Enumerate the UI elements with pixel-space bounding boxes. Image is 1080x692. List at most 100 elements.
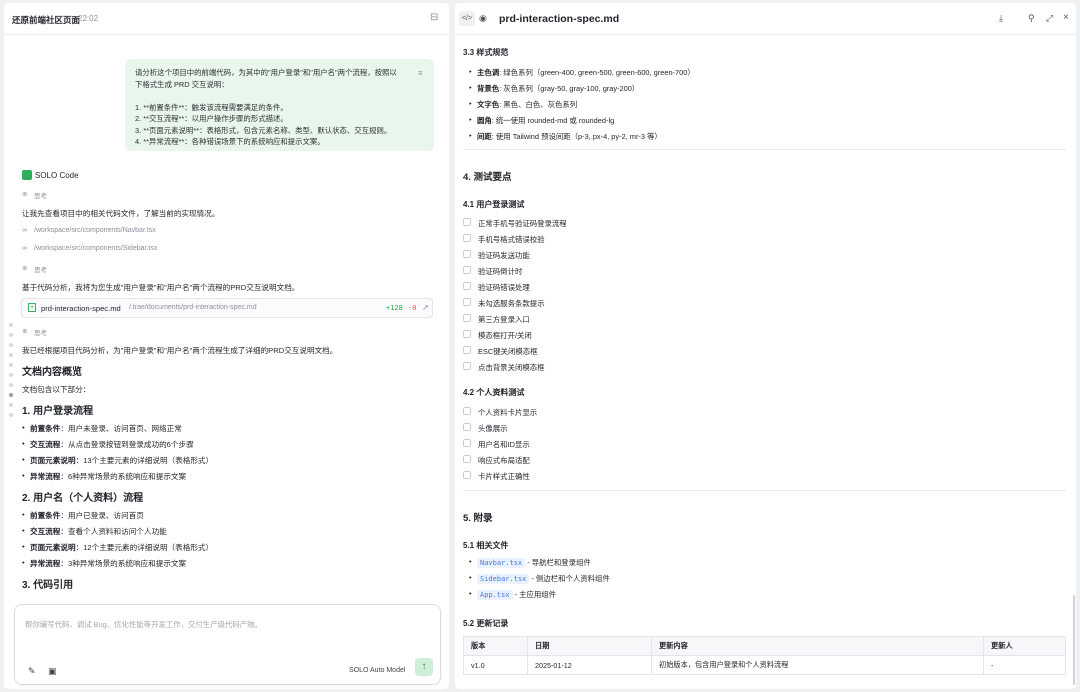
section-heading: 3. 代码引用 — [22, 580, 74, 591]
model-selector[interactable]: SOLO Auto Model — [349, 667, 405, 674]
user-message-bubble: 请分析这个项目中的前端代码，为其中的"用户登录"和"用户名"两个流程，按照以 下… — [125, 59, 434, 151]
list-item: App.tsx - 主应用组件 — [469, 589, 556, 600]
close-icon[interactable]: × — [1063, 12, 1069, 23]
timeline-dot[interactable] — [9, 383, 13, 387]
section-heading: 5.2 更新记录 — [463, 619, 509, 628]
checkbox[interactable] — [463, 407, 471, 415]
checkbox[interactable] — [463, 471, 471, 479]
code-view-icon[interactable]: </> — [459, 11, 475, 26]
checkbox[interactable] — [463, 298, 471, 306]
section-heading: 5. 附录 — [463, 513, 493, 524]
divider — [463, 490, 1066, 491]
checkbox[interactable] — [463, 234, 471, 242]
table-header: 版本 — [463, 636, 528, 656]
edit-icon[interactable]: ✎ — [28, 666, 36, 677]
file-code-link[interactable]: App.tsx — [477, 590, 513, 600]
agent-text: 让我先查看项目中的相关代码文件，了解当前的实现情况。 — [22, 209, 220, 218]
checkbox[interactable] — [463, 250, 471, 258]
checkbox[interactable] — [463, 218, 471, 226]
section-heading: 1. 用户登录流程 — [22, 406, 94, 417]
checkbox[interactable] — [463, 455, 471, 463]
checkbox[interactable] — [463, 266, 471, 274]
checklist-item: 卡片样式正确性 — [478, 472, 530, 481]
checkbox[interactable] — [463, 423, 471, 431]
list-item: 页面元素说明：12个主要元素的详细说明（表格形式） — [22, 542, 213, 553]
overview-heading: 文档内容概览 — [22, 367, 82, 378]
section-heading: 5.1 相关文件 — [463, 541, 509, 550]
overview-subtext: 文档包含以下部分： — [22, 385, 91, 394]
download-icon[interactable]: ⤓ — [999, 13, 1003, 24]
user-message-line: 4. **异常流程**：各种错误场景下的系统响应和提示文案。 — [135, 137, 325, 146]
chip-file-path: /.trae/documents/prd-interaction-spec.md — [129, 304, 257, 311]
checkbox[interactable] — [463, 362, 471, 370]
table-row: v1.0 2025-01-12 初始版本，包含用户登录和个人资料流程 - — [463, 655, 1066, 675]
file-reference[interactable]: /workspace/src/components/Sidebar.tsx — [34, 245, 157, 252]
checkbox[interactable] — [463, 439, 471, 447]
table-header: 更新人 — [983, 636, 1066, 656]
image-icon[interactable]: ▣ — [48, 666, 57, 677]
checklist-item: 未勾选服务条款提示 — [478, 299, 545, 308]
expand-icon[interactable]: ⤢ — [1046, 13, 1053, 24]
list-item: 异常流程：6种异常场景的系统响应和提示文案 — [22, 471, 186, 482]
file-code-link[interactable]: Navbar.tsx — [477, 558, 526, 568]
timeline-dot[interactable] — [9, 373, 13, 377]
layout-toggle-icon[interactable]: ⊟ — [430, 12, 438, 23]
checklist-item: 响应式布局适配 — [478, 456, 530, 465]
checklist-item: 正常手机号验证码登录流程 — [478, 219, 567, 228]
section-heading: 4. 测试要点 — [463, 172, 512, 183]
chat-input-placeholder[interactable]: 帮你编写代码、调试 Bug、优化性能等开发工作，交付生产级代码产物。 — [25, 619, 262, 630]
timeline-dot[interactable] — [9, 323, 13, 327]
checklist-item: 手机号格式错误校验 — [478, 235, 545, 244]
file-reference[interactable]: /workspace/src/components/Navbar.tsx — [34, 227, 156, 234]
checkbox[interactable] — [463, 314, 471, 322]
timeline-dot[interactable] — [9, 333, 13, 337]
list-item: 页面元素说明：13个主要元素的详细说明（表格形式） — [22, 455, 213, 466]
section-heading: 2. 用户名（个人资料）流程 — [22, 493, 144, 504]
view-file-icon: ∞ — [22, 227, 27, 234]
table-cell: 初始版本，包含用户登录和个人资料流程 — [651, 655, 984, 675]
user-message-line: 3. **页面元素说明**：表格形式，包含元素名称、类型、默认状态、交互规则。 — [135, 125, 392, 135]
chip-removed-count: -0 — [408, 304, 417, 312]
think-label[interactable]: 思考 — [34, 327, 47, 337]
user-message-line: 1. **前置条件**：触发该流程需要满足的条件。 — [135, 102, 288, 112]
checklist-item: ESC键关闭模态框 — [478, 347, 538, 356]
file-change-chip[interactable]: + prd-interaction-spec.md /.trae/documen… — [21, 298, 433, 318]
timeline-dot[interactable] — [9, 363, 13, 367]
checkbox[interactable] — [463, 282, 471, 290]
list-item: 交互流程：查看个人资料和访问个人功能 — [22, 526, 167, 537]
timeline-dot[interactable] — [9, 413, 13, 417]
timeline-dot-active[interactable] — [9, 393, 13, 397]
collapse-icon[interactable]: ⌅ — [416, 67, 424, 79]
user-message-line — [135, 90, 424, 102]
chip-file-name: prd-interaction-spec.md — [41, 304, 121, 313]
list-item: 交互流程：从点击登录按钮到登录成功的6个步骤 — [22, 439, 194, 450]
timeline-dot[interactable] — [9, 343, 13, 347]
file-code-link[interactable]: Sidebar.tsx — [477, 574, 530, 584]
checklist-item: 模态框打开/关闭 — [478, 331, 532, 340]
think-icon: ⊕ — [22, 191, 28, 198]
checklist-item: 验证码倒计时 — [478, 267, 523, 276]
send-button[interactable]: ↑ — [415, 658, 433, 676]
checkbox[interactable] — [463, 330, 471, 338]
timeline-dot[interactable] — [9, 403, 13, 407]
think-label[interactable]: 思考 — [34, 264, 47, 274]
list-item: 文字色: 黑色、白色、灰色系列 — [469, 99, 577, 110]
think-label[interactable]: 思考 — [34, 190, 47, 200]
timeline-dot[interactable] — [9, 353, 13, 357]
list-item: 背景色: 灰色系列（gray-50, gray-100, gray-200） — [469, 83, 639, 94]
list-item: 圆角: 统一使用 rounded-md 或 rounded-lg — [469, 115, 614, 126]
session-time: 22:02 — [78, 14, 99, 23]
checkbox[interactable] — [463, 346, 471, 354]
section-heading: 3.3 样式规范 — [463, 48, 509, 57]
preview-eye-icon[interactable]: ◉ — [479, 13, 487, 24]
scrollbar[interactable] — [1073, 595, 1075, 685]
think-icon: ⊕ — [22, 328, 28, 335]
chat-input-box[interactable]: 帮你编写代码、调试 Bug、优化性能等开发工作，交付生产级代码产物。 ✎ ▣ S… — [14, 604, 441, 685]
table-cell: 2025-01-12 — [527, 655, 652, 675]
checklist-item: 用户名和ID显示 — [478, 440, 530, 449]
open-file-icon[interactable]: ↗ — [422, 303, 429, 312]
table-header-row: 版本 日期 更新内容 更新人 — [463, 636, 1066, 656]
list-item: 前置条件：用户已登录、访问首页 — [22, 510, 144, 521]
pin-icon[interactable]: ⚲ — [1028, 13, 1035, 24]
checklist-item: 第三方登录入口 — [478, 315, 530, 324]
